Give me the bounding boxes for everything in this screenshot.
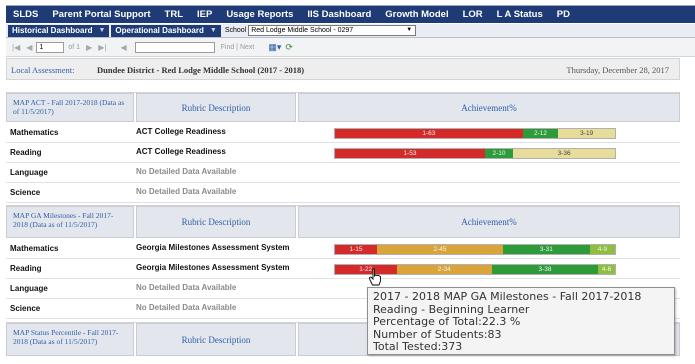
subject-label: Language — [10, 168, 48, 177]
district-title: Dundee District - Red Lodge Middle Schoo… — [97, 65, 305, 75]
achievement-bar[interactable]: 1-53 2-10 3-36 — [334, 148, 616, 159]
achievement-segment[interactable]: 3-36 — [513, 149, 615, 158]
report-toolbar: |◀ ◀ of 1 ▶ ▶| ◀ Find | Next ▦▾ ⟳ — [6, 38, 695, 57]
subject-label: Science — [10, 188, 41, 197]
local-assessment-label: Local Assessment: — [11, 65, 75, 75]
report-header: Local Assessment: Dundee District - Red … — [6, 58, 680, 80]
export-icon[interactable]: ▦▾ — [268, 42, 281, 53]
find-next-links[interactable]: Find | Next — [221, 44, 255, 51]
nav-usage-reports[interactable]: Usage Reports — [219, 6, 300, 24]
achievement-segment[interactable]: 1-15 — [335, 245, 377, 254]
subject-label: Mathematics — [10, 244, 59, 253]
table-row: Mathematics Georgia Milestones Assessmen… — [6, 239, 680, 259]
back-icon[interactable]: ◀ — [120, 43, 126, 52]
first-page-icon[interactable]: |◀ — [12, 43, 20, 52]
subject-label: Reading — [10, 264, 42, 273]
rubric-description: No Detailed Data Available — [136, 303, 237, 313]
school-select[interactable]: Red Lodge Middle School - 0297 ▼ — [248, 25, 417, 36]
table-row: Science No Detailed Data Available — [6, 183, 680, 203]
achievement-segment[interactable]: 4-9 — [589, 245, 615, 254]
achievement-segment[interactable]: 2-34 — [396, 265, 492, 274]
achievement-bar[interactable]: 1-15 2-45 3-31 4-9 — [334, 244, 616, 255]
report-date: Thursday, December 28, 2017 — [566, 65, 669, 75]
rubric-description: Georgia Milestones Assessment System — [136, 263, 290, 273]
rubric-header: Rubric Description — [136, 323, 296, 356]
rubric-description: No Detailed Data Available — [136, 283, 237, 293]
nav-iep[interactable]: IEP — [190, 6, 219, 24]
top-navigation: SLDS Parent Portal Support TRL IEP Usage… — [6, 5, 695, 23]
historical-dashboard-label: Historical Dashboard — [12, 25, 93, 35]
next-page-icon[interactable]: ▶ — [86, 43, 92, 52]
table-row: Mathematics ACT College Readiness 1-63 2-… — [6, 123, 680, 143]
table-row: Language No Detailed Data Available — [6, 163, 680, 183]
rubric-description: Georgia Milestones Assessment System — [136, 243, 290, 253]
achievement-segment[interactable]: 1-63 — [335, 129, 523, 138]
operational-dashboard-label: Operational Dashboard — [115, 25, 204, 35]
nav-iis-dashboard[interactable]: IIS Dashboard — [300, 6, 378, 24]
table-row: Reading ACT College Readiness 1-53 2-10 3-… — [6, 143, 680, 163]
nav-parent-portal-support[interactable]: Parent Portal Support — [45, 6, 157, 24]
subject-label: Language — [10, 284, 48, 293]
achievement-segment[interactable]: 3-19 — [558, 129, 615, 138]
rubric-description: ACT College Readiness — [136, 147, 226, 157]
chevron-down-icon: ▼ — [98, 26, 106, 34]
school-label: School — [224, 27, 247, 34]
nav-lor[interactable]: LOR — [456, 6, 490, 24]
rubric-description: No Detailed Data Available — [136, 167, 237, 177]
subject-label: Mathematics — [10, 128, 59, 137]
achievement-segment[interactable]: 2-45 — [377, 245, 503, 254]
tooltip-percentage: Percentage of Total:22.3 % — [373, 315, 521, 329]
nav-pd[interactable]: PD — [550, 6, 577, 24]
achievement-segment[interactable]: 3-38 — [491, 265, 599, 274]
dashboard-bar: Historical Dashboard ▼ Operational Dashb… — [6, 24, 695, 38]
dropdown-arrow-icon: ▼ — [406, 27, 413, 33]
achievement-segment[interactable]: 1-53 — [335, 149, 485, 158]
subject-label: Science — [10, 304, 41, 313]
refresh-icon[interactable]: ⟳ — [285, 42, 293, 53]
rubric-header: Rubric Description — [136, 206, 296, 238]
previous-page-icon[interactable]: ◀ — [26, 43, 32, 52]
nav-la-status[interactable]: L A Status — [490, 6, 550, 24]
achievement-segment[interactable]: 2-10 — [484, 149, 514, 158]
hand-cursor-icon — [368, 268, 381, 286]
last-page-icon[interactable]: ▶| — [98, 43, 106, 52]
nav-trl[interactable]: TRL — [158, 6, 190, 24]
tooltip-total: Total Tested:373 — [373, 340, 463, 354]
operational-dashboard-menu[interactable]: Operational Dashboard ▼ — [111, 24, 221, 37]
achievement-segment[interactable]: 4-6 — [598, 265, 615, 274]
chart-tooltip: 2017 - 2018 MAP GA Milestones - Fall 201… — [367, 287, 675, 355]
achievement-header: Achievement% — [298, 93, 680, 122]
section-header: MAP ACT - Fall 2017-2018 (Data as of 11/… — [6, 92, 680, 122]
nav-growth-model[interactable]: Growth Model — [378, 6, 455, 24]
tooltip-title: 2017 - 2018 MAP GA Milestones - Fall 201… — [373, 290, 642, 303]
find-input[interactable] — [134, 41, 215, 53]
section-title: MAP ACT - Fall 2017-2018 (Data as of 11/… — [6, 93, 134, 122]
rubric-description: No Detailed Data Available — [136, 187, 237, 197]
section-title: MAP Status Percentile - Fall 2017-2018 (… — [6, 323, 134, 356]
chevron-down-icon: ▼ — [209, 26, 217, 34]
school-select-value: Red Lodge Middle School - 0297 — [251, 27, 354, 34]
achievement-segment[interactable]: 2-12 — [522, 129, 559, 138]
achievement-header: Achievement% — [298, 206, 680, 238]
page-of-label: of 1 — [68, 43, 81, 51]
achievement-segment[interactable]: 1-22 — [335, 265, 397, 274]
achievement-segment[interactable]: 3-31 — [503, 245, 590, 254]
rubric-header: Rubric Description — [136, 93, 296, 122]
table-row: Reading Georgia Milestones Assessment Sy… — [6, 259, 680, 279]
rubric-description: ACT College Readiness — [136, 127, 226, 137]
historical-dashboard-menu[interactable]: Historical Dashboard ▼ — [8, 24, 110, 37]
subject-label: Reading — [10, 148, 42, 157]
nav-slds[interactable]: SLDS — [6, 6, 45, 24]
achievement-bar[interactable]: 1-63 2-12 3-19 — [334, 128, 616, 139]
section-header: MAP GA Milestones - Fall 2017-2018 (Data… — [6, 205, 680, 238]
section-title: MAP GA Milestones - Fall 2017-2018 (Data… — [6, 206, 134, 238]
page-number-input[interactable] — [36, 41, 65, 53]
